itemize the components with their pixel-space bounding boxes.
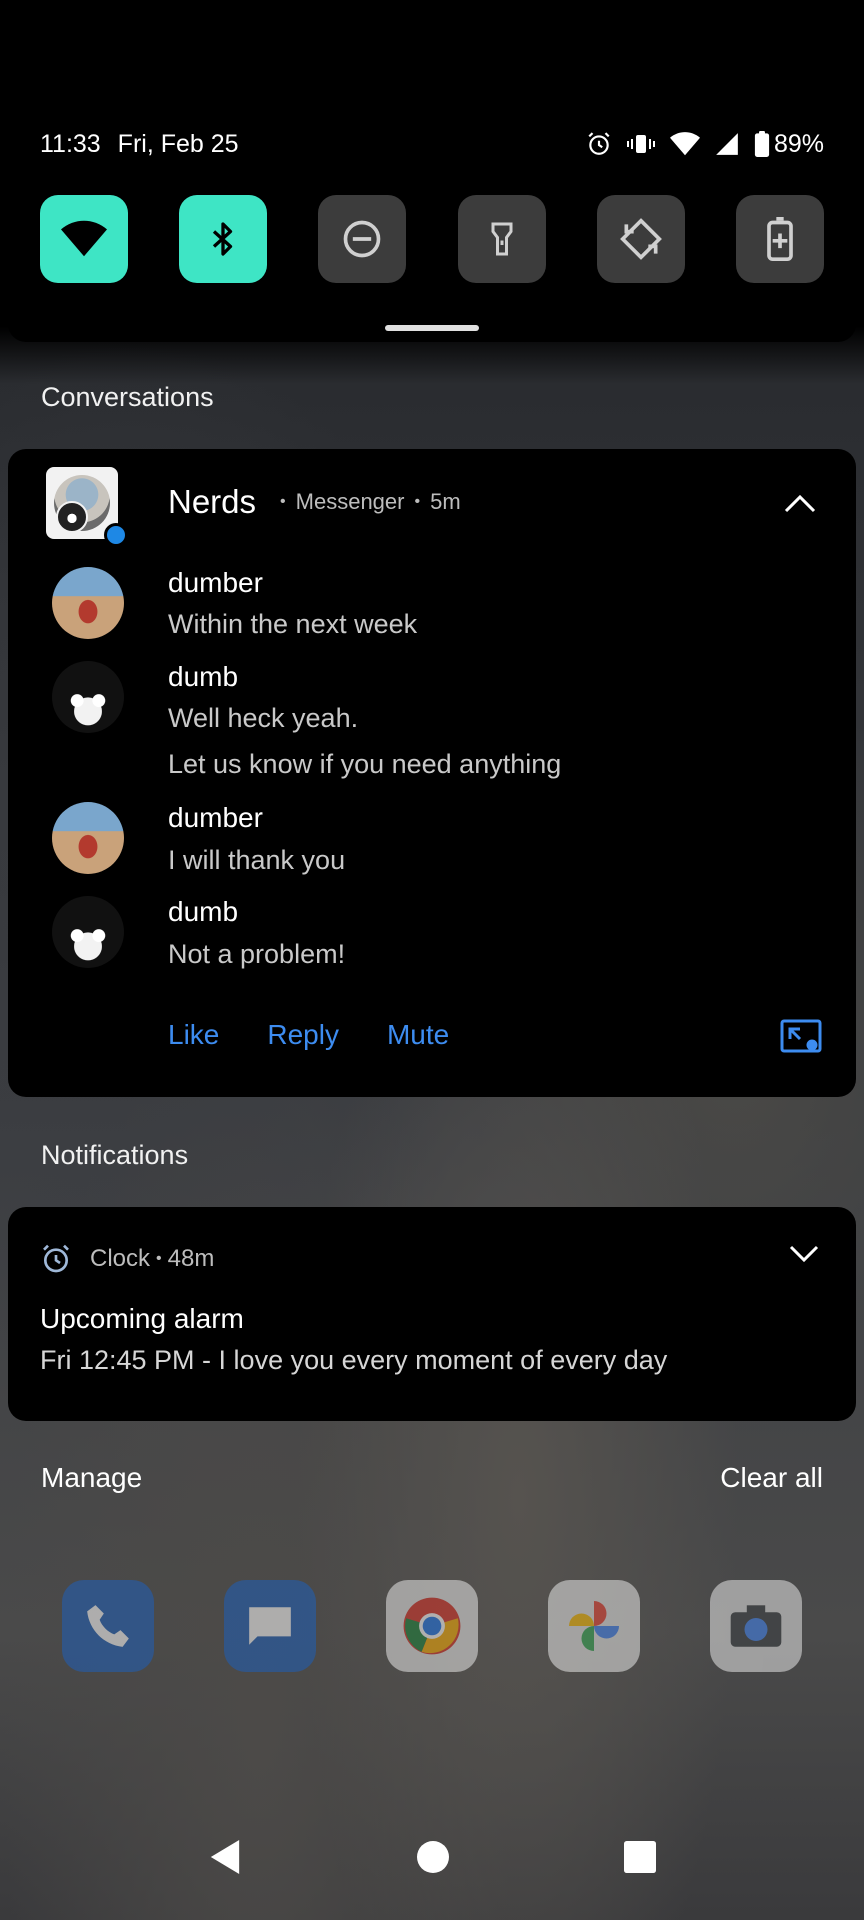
conversation-time: 5m [430,489,461,514]
chevron-up-icon [784,494,816,513]
home-button[interactable] [416,1841,449,1878]
photos-icon [548,1580,640,1672]
bubble-icon [780,1019,822,1053]
alarm-title: Upcoming alarm [40,1303,244,1334]
phone-icon [62,1580,154,1672]
status-date[interactable]: Fri, Feb 25 [118,130,239,158]
status-bar: 11:33 Fri, Feb 25 89% [40,126,824,162]
flashlight-tile[interactable] [457,195,546,283]
avatar [52,567,124,639]
expand-button[interactable] [788,1243,820,1270]
recents-button[interactable] [624,1841,657,1878]
message-text: Let us know if you need anything [168,749,562,779]
battery-percent: 89% [773,129,824,158]
chevron-down-icon [789,1245,819,1263]
alarm-icon [586,131,612,157]
message-text: I will thank you [168,845,346,875]
conversation-header: Nerds • Messenger • 5m [168,483,461,520]
message-sender: dumber [168,567,263,598]
wifi-icon [61,220,107,257]
avatar [52,661,124,733]
camera-icon [710,1580,802,1672]
message-text: Well heck yeah. [168,703,359,733]
reply-button[interactable]: Reply [267,1019,339,1051]
manage-button[interactable]: Manage [41,1462,142,1494]
clock-app-name: Clock [90,1245,151,1272]
message-sender: dumb [168,661,239,692]
do-not-disturb-icon [344,220,381,258]
messenger-badge-icon [104,523,128,547]
clock-notification[interactable]: Clock • 48m Upcoming alarm Fri 12:45 PM … [8,1207,856,1421]
back-button[interactable] [208,1838,242,1881]
message-sender: dumber [168,802,263,833]
home-icon [416,1841,449,1873]
group-avatar [46,467,128,547]
message-text: Within the next week [168,609,418,639]
bluetooth-tile[interactable] [179,195,268,283]
bubble-button[interactable] [780,1019,822,1060]
navigation-bar [0,1838,864,1881]
recents-icon [624,1841,657,1873]
clear-all-button[interactable]: Clear all [720,1462,823,1494]
alarm-clock-icon [43,1244,69,1273]
battery-saver-icon [767,217,793,261]
quick-settings-tiles [40,195,824,283]
clock-time: 48m [167,1245,215,1272]
notification-shade: 11:33 Fri, Feb 25 89% Conversations Nerd… [0,0,864,1920]
conversations-section-label: Conversations [41,382,214,412]
battery-icon: 89% [754,130,824,159]
quick-settings-panel [8,0,856,342]
message-text: Not a problem! [168,939,346,969]
status-time: 11:33 [40,129,101,158]
messages-icon [224,1580,316,1672]
alarm-text: Fri 12:45 PM - I love you every moment o… [40,1345,668,1375]
vibrate-icon [626,131,656,157]
auto-rotate-icon [619,218,662,260]
collapse-button[interactable] [780,483,820,523]
message-sender: dumb [168,896,239,927]
drag-handle[interactable] [385,325,479,331]
notifications-section-label: Notifications [41,1140,189,1170]
auto-rotate-tile[interactable] [596,195,685,283]
avatar [52,802,124,874]
clock-header: Clock • 48m [40,1243,214,1275]
flashlight-icon [491,222,513,256]
conversation-title: Nerds [168,483,257,520]
cell-signal-icon [714,131,740,157]
do-not-disturb-tile[interactable] [318,195,407,283]
home-dock [62,1580,802,1672]
like-button[interactable]: Like [168,1019,219,1051]
battery-saver-tile[interactable] [735,195,824,283]
mute-button[interactable]: Mute [387,1019,449,1051]
avatar [52,896,124,968]
wifi-tile[interactable] [40,195,128,283]
notification-actions: Like Reply Mute [168,1019,449,1051]
chrome-icon [386,1580,478,1672]
wifi-status-icon [669,131,700,157]
conversation-app-name: Messenger [295,489,405,514]
bluetooth-icon [213,222,233,256]
conversation-notification[interactable]: Nerds • Messenger • 5m dumber Within the… [8,449,856,1097]
back-icon [210,1840,239,1874]
